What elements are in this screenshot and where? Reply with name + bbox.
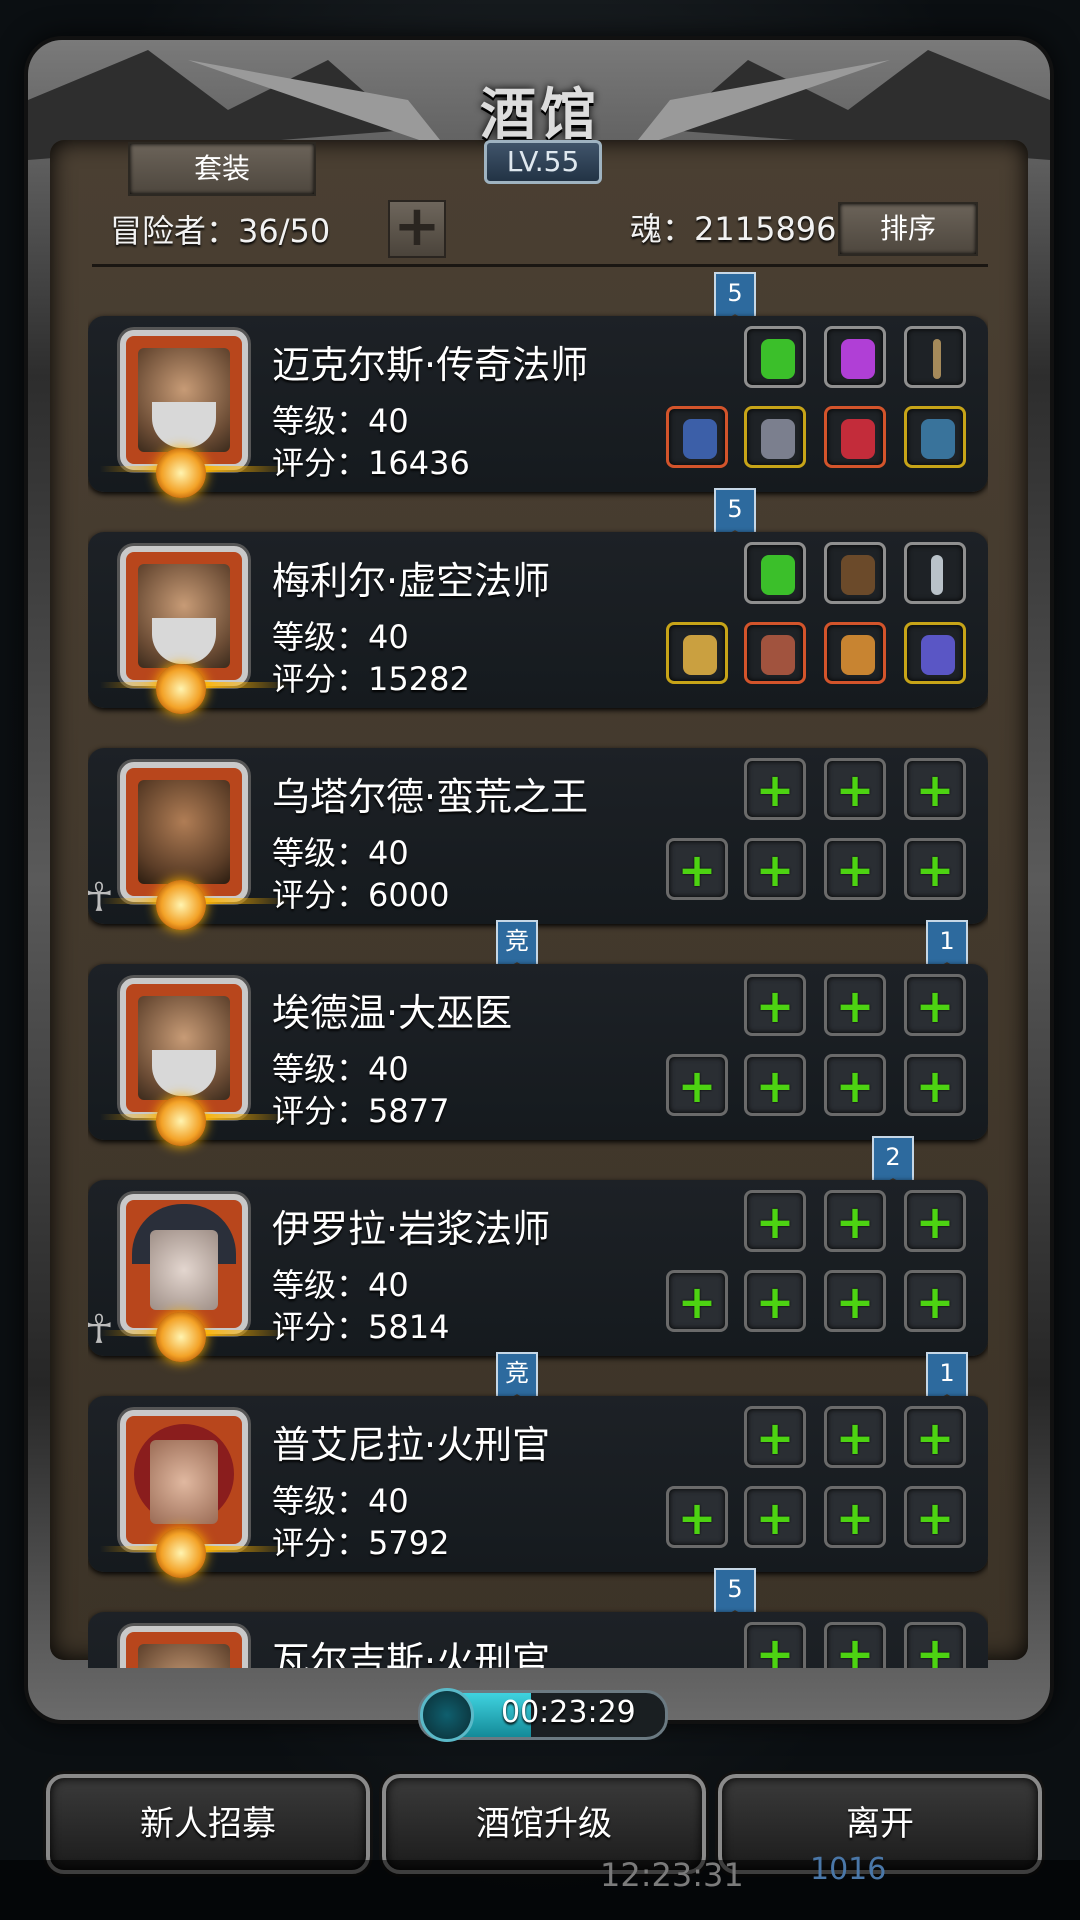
green-crystal-icon[interactable] <box>744 326 806 388</box>
empty-slot[interactable] <box>904 974 966 1036</box>
spear-icon[interactable] <box>666 406 728 468</box>
adventurer-card[interactable]: 梅利尔·虚空法师 等级：40 评分：15282 <box>88 532 988 714</box>
empty-slot[interactable] <box>904 1406 966 1468</box>
star-icon <box>156 880 206 930</box>
empty-slot[interactable] <box>666 1270 728 1332</box>
empty-slot[interactable] <box>824 1622 886 1668</box>
adventurer-score: 评分：6000 <box>272 876 450 914</box>
gem-icon[interactable] <box>824 622 886 684</box>
empty-slot[interactable] <box>824 1054 886 1116</box>
empty-slot[interactable] <box>904 838 966 900</box>
adventurer-name: 乌塔尔德·蛮荒之王 <box>272 775 589 819</box>
adventurer-level: 等级：40 <box>272 1266 409 1304</box>
adventurer-card[interactable]: 普艾尼拉·火刑官 等级：40 评分：5792 <box>88 1396 988 1578</box>
empty-slot[interactable] <box>904 758 966 820</box>
background-hud <box>0 1860 1080 1920</box>
gold-count: 1016 <box>810 1852 887 1887</box>
tavern-level-badge: LV.55 <box>484 140 602 184</box>
empty-slot[interactable] <box>824 1486 886 1548</box>
avatar <box>120 1626 248 1668</box>
adventurer-score: 评分：15282 <box>272 660 470 698</box>
ghost-icon: ☥ <box>88 1307 114 1353</box>
staff-icon[interactable] <box>904 326 966 388</box>
armor-icon[interactable] <box>744 406 806 468</box>
empty-slot[interactable] <box>824 974 886 1036</box>
empty-slot[interactable] <box>904 1190 966 1252</box>
adventurer-name: 瓦尔吉斯·火刑官 <box>272 1639 551 1668</box>
ghost-icon: ☥ <box>88 875 114 921</box>
mace-icon[interactable] <box>666 622 728 684</box>
adventurer-list[interactable]: 5 迈克尔斯·传奇法师 等级：40 评分：16436 5 梅利尔·虚空法师 等级… <box>88 268 988 1668</box>
adventurer-name: 埃德温·大巫医 <box>272 991 513 1035</box>
clock-time: 12:23:31 <box>600 1856 744 1894</box>
star-icon <box>156 1096 206 1146</box>
star-icon <box>156 448 206 498</box>
adventurer-count: 冒险者：36/50 <box>110 212 331 250</box>
medal-500-icon[interactable] <box>824 542 886 604</box>
set-button[interactable]: 套装 <box>128 142 316 196</box>
amulet-icon[interactable] <box>904 406 966 468</box>
empty-slot[interactable] <box>744 1486 806 1548</box>
recruit-button[interactable]: 新人招募 <box>46 1774 370 1874</box>
empty-slot[interactable] <box>824 838 886 900</box>
adventurer-card[interactable]: 迈克尔斯·传奇法师 等级：40 评分：16436 <box>88 316 988 498</box>
clock-icon <box>420 1688 474 1742</box>
adventurer-card[interactable]: ☥ 乌塔尔德·蛮荒之王 等级：40 评分：6000 <box>88 748 988 930</box>
adventurer-card[interactable]: ☥ 伊罗拉·岩浆法师 等级：40 评分：5814 <box>88 1180 988 1362</box>
empty-slot[interactable] <box>666 1054 728 1116</box>
star-icon <box>156 664 206 714</box>
soul-count: 魂：2115896 <box>630 210 837 248</box>
empty-slot[interactable] <box>744 1190 806 1252</box>
adventurer-name: 普艾尼拉·火刑官 <box>272 1423 551 1467</box>
adventurer-score: 评分：5814 <box>272 1308 450 1346</box>
page-title: 酒馆 <box>480 82 600 148</box>
dagger-icon[interactable] <box>904 542 966 604</box>
empty-slot[interactable] <box>904 1622 966 1668</box>
green-crystal-icon[interactable] <box>744 542 806 604</box>
empty-slot[interactable] <box>824 758 886 820</box>
empty-slot[interactable] <box>904 1270 966 1332</box>
empty-slot[interactable] <box>824 1270 886 1332</box>
purple-gem-icon[interactable] <box>824 326 886 388</box>
empty-slot[interactable] <box>744 1622 806 1668</box>
empty-slot[interactable] <box>744 974 806 1036</box>
adventurer-level: 等级：40 <box>272 1050 409 1088</box>
adventurer-level: 等级：40 <box>272 402 409 440</box>
adventurer-name: 迈克尔斯·传奇法师 <box>272 343 589 387</box>
potion-icon[interactable] <box>824 406 886 468</box>
adventurer-name: 伊罗拉·岩浆法师 <box>272 1207 551 1251</box>
empty-slot[interactable] <box>744 1406 806 1468</box>
empty-slot[interactable] <box>744 838 806 900</box>
bracelet-icon[interactable] <box>904 622 966 684</box>
empty-slot[interactable] <box>744 1054 806 1116</box>
empty-slot[interactable] <box>666 838 728 900</box>
adventurer-level: 等级：40 <box>272 618 409 656</box>
adventurer-score: 评分：16436 <box>272 444 470 482</box>
adventurer-level: 等级：40 <box>272 834 409 872</box>
adventurer-level: 等级：40 <box>272 1482 409 1520</box>
add-adventurer-button[interactable]: + <box>388 199 446 258</box>
timer-text: 00:23:29 <box>501 1695 636 1730</box>
star-icon <box>156 1528 206 1578</box>
adventurer-card[interactable]: 瓦尔吉斯·火刑官 <box>88 1612 988 1668</box>
fighter-icon[interactable] <box>744 622 806 684</box>
adventurer-score: 评分：5877 <box>272 1092 450 1130</box>
adventurer-score: 评分：5792 <box>272 1524 450 1562</box>
empty-slot[interactable] <box>824 1190 886 1252</box>
empty-slot[interactable] <box>904 1486 966 1548</box>
empty-slot[interactable] <box>744 758 806 820</box>
empty-slot[interactable] <box>904 1054 966 1116</box>
empty-slot[interactable] <box>744 1270 806 1332</box>
header-divider <box>92 264 988 267</box>
sort-button[interactable]: 排序 <box>838 202 978 256</box>
empty-slot[interactable] <box>666 1486 728 1548</box>
adventurer-card[interactable]: 埃德温·大巫医 等级：40 评分：5877 <box>88 964 988 1146</box>
empty-slot[interactable] <box>824 1406 886 1468</box>
star-icon <box>156 1312 206 1362</box>
adventurer-name: 梅利尔·虚空法师 <box>272 559 551 603</box>
